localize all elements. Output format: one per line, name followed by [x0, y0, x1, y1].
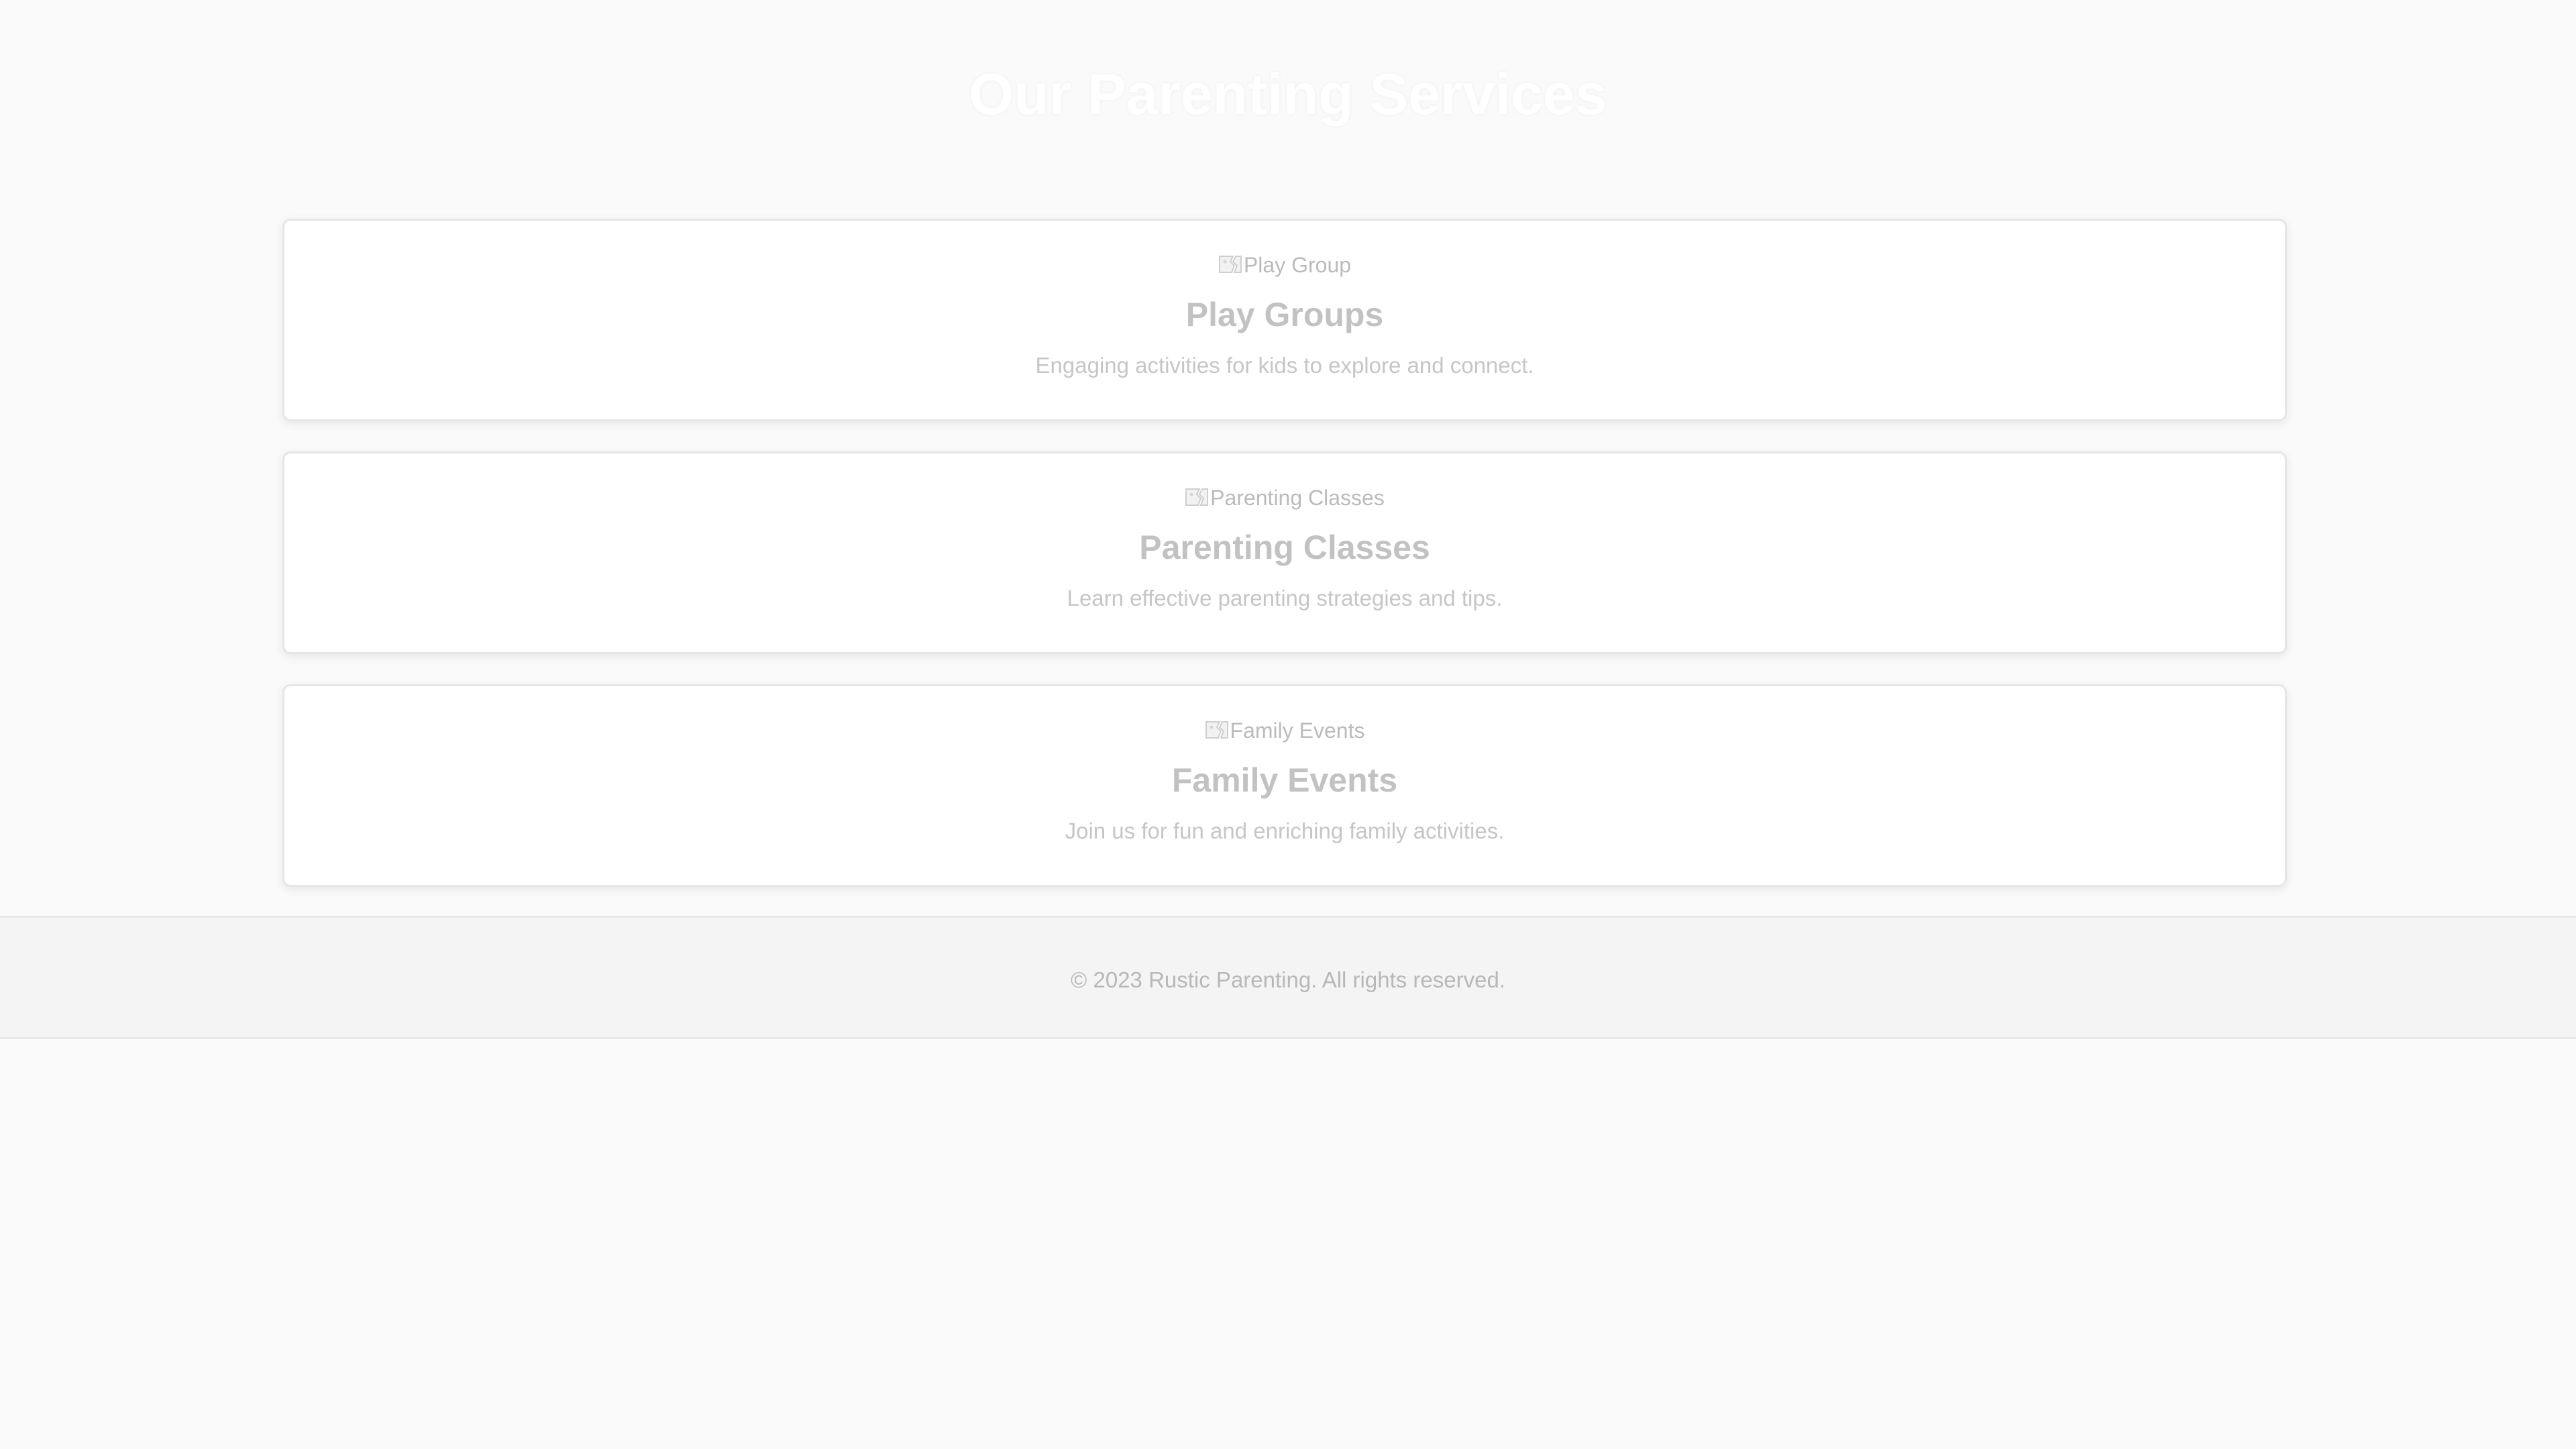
service-card-play-groups: Play Group Play Groups Engaging activiti… — [282, 219, 2287, 421]
service-image-alt: Parenting Classes — [1210, 486, 1385, 510]
service-title: Family Events — [1171, 761, 1398, 799]
footer: © 2023 Rustic Parenting. All rights rese… — [0, 916, 2576, 1039]
service-title: Parenting Classes — [1139, 529, 1430, 566]
service-image-alt: Family Events — [1230, 718, 1365, 743]
footer-copyright: © 2023 Rustic Parenting. All rights rese… — [1071, 967, 1505, 992]
service-image: Parenting Classes — [284, 484, 2285, 511]
service-card-family-events: Family Events Family Events Join us for … — [282, 684, 2287, 887]
service-description: Engaging activities for kids to explore … — [1035, 353, 1534, 378]
service-image: Family Events — [284, 717, 2285, 744]
service-image: Play Group — [284, 252, 2285, 278]
service-description: Join us for fun and enriching family act… — [1065, 818, 1505, 843]
service-title: Play Groups — [1185, 296, 1384, 333]
service-card-parenting-classes: Parenting Classes Parenting Classes Lear… — [282, 451, 2287, 654]
broken-image-icon — [1218, 256, 1242, 273]
page: Our Parenting Services Play Group Play G… — [0, 0, 2576, 1449]
service-image-alt: Play Group — [1243, 253, 1352, 277]
service-description: Learn effective parenting strategies and… — [1067, 586, 1503, 610]
broken-image-icon — [1205, 721, 1228, 739]
broken-image-icon — [1185, 488, 1209, 506]
page-title: Our Parenting Services — [969, 62, 1607, 127]
